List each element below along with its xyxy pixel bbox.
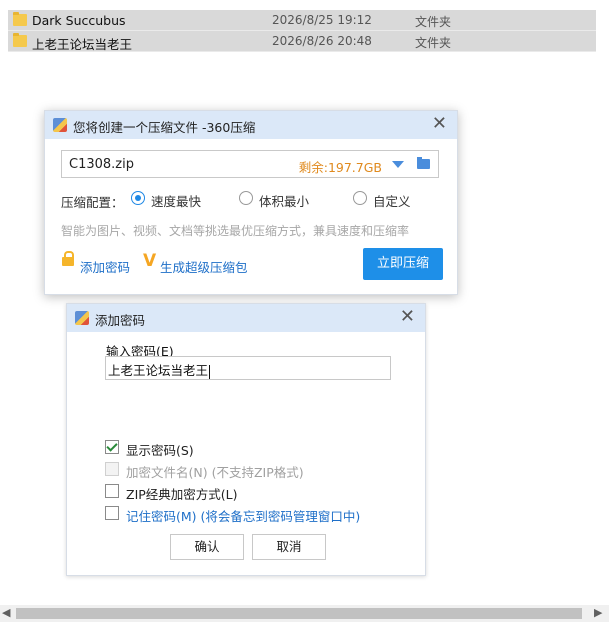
add-password-link[interactable]: 添加密码 <box>80 257 130 276</box>
scrollbar-thumb[interactable] <box>16 608 582 619</box>
radio-icon[interactable] <box>353 191 367 205</box>
password-input[interactable]: 上老王论坛当老王 <box>105 356 391 380</box>
password-dialog-titlebar[interactable]: 添加密码 ✕ <box>67 304 425 332</box>
password-text: 上老王论坛当老王 <box>108 363 209 378</box>
archive-path-field[interactable]: C1308.zip 剩余:197.7GB <box>61 150 439 178</box>
file-row[interactable]: 上老王论坛当老王 2026/8/26 20:48 文件夹 <box>8 31 596 52</box>
scroll-left-arrow-icon[interactable]: ◀ <box>2 606 10 619</box>
remember-password-checkbox[interactable] <box>105 506 119 520</box>
password-value[interactable]: 上老王论坛当老王 <box>108 360 211 379</box>
compress-now-button[interactable]: 立即压缩 <box>363 248 443 280</box>
compress-config-label: 压缩配置： <box>61 195 124 210</box>
360zip-app-icon <box>53 118 67 132</box>
lock-icon[interactable] <box>62 251 74 266</box>
vip-icon: V <box>143 251 157 271</box>
dropdown-arrow-icon[interactable] <box>392 161 404 168</box>
file-name: Dark Succubus <box>32 13 126 28</box>
super-pack-link[interactable]: 生成超级压缩包 <box>160 257 248 276</box>
radio-icon[interactable] <box>239 191 253 205</box>
zip-classic-label[interactable]: ZIP经典加密方式(L) <box>126 484 238 503</box>
remaining-space: 剩余:197.7GB <box>298 160 382 175</box>
file-type: 文件夹 <box>415 15 452 29</box>
file-date: 2026/8/26 20:48 <box>272 34 372 48</box>
cancel-button[interactable]: 取消 <box>252 534 326 560</box>
radio-selected-icon[interactable] <box>131 191 145 205</box>
folder-icon <box>13 12 27 26</box>
show-password-checkbox[interactable] <box>105 440 119 454</box>
password-dialog-title: 添加密码 <box>95 313 146 328</box>
ok-button[interactable]: 确认 <box>170 534 244 560</box>
zip-classic-checkbox[interactable] <box>105 484 119 498</box>
file-date: 2026/8/25 19:12 <box>272 13 372 27</box>
compress-dialog: 您将创建一个压缩文件 -360压缩 ✕ C1308.zip 剩余:197.7GB… <box>44 110 458 295</box>
compress-dialog-titlebar[interactable]: 您将创建一个压缩文件 -360压缩 ✕ <box>45 111 457 139</box>
360zip-app-icon <box>75 311 89 325</box>
radio-label: 速度最快 <box>151 194 202 209</box>
compress-hint-text: 智能为图片、视频、文档等挑选最优压缩方式，兼具速度和压缩率 <box>61 224 410 238</box>
file-type: 文件夹 <box>415 36 452 50</box>
radio-label: 自定义 <box>373 194 411 209</box>
password-dialog: 添加密码 ✕ 输入密码(E) 上老王论坛当老王 显示密码(S) 加密文件名(N)… <box>66 303 426 576</box>
close-icon[interactable]: ✕ <box>400 307 415 327</box>
archive-filename[interactable]: C1308.zip <box>69 157 134 172</box>
remember-password-label[interactable]: 记住密码(M) (将会备忘到密码管理窗口中) <box>126 506 360 525</box>
browse-folder-icon[interactable] <box>417 157 430 169</box>
file-row[interactable]: Dark Succubus 2026/8/25 19:12 文件夹 <box>8 10 596 31</box>
compress-dialog-title: 您将创建一个压缩文件 -360压缩 <box>73 120 256 135</box>
show-password-label[interactable]: 显示密码(S) <box>126 440 194 459</box>
horizontal-scrollbar[interactable]: ◀ ▶ <box>0 605 609 622</box>
scroll-right-arrow-icon[interactable]: ▶ <box>594 606 602 619</box>
radio-label: 体积最小 <box>259 194 310 209</box>
close-icon[interactable]: ✕ <box>432 114 447 134</box>
folder-icon <box>13 33 27 47</box>
text-caret <box>209 364 211 379</box>
file-name: 上老王论坛当老王 <box>32 37 133 52</box>
encrypt-filename-label: 加密文件名(N) (不支持ZIP格式) <box>126 465 304 480</box>
encrypt-filename-checkbox <box>105 462 119 476</box>
